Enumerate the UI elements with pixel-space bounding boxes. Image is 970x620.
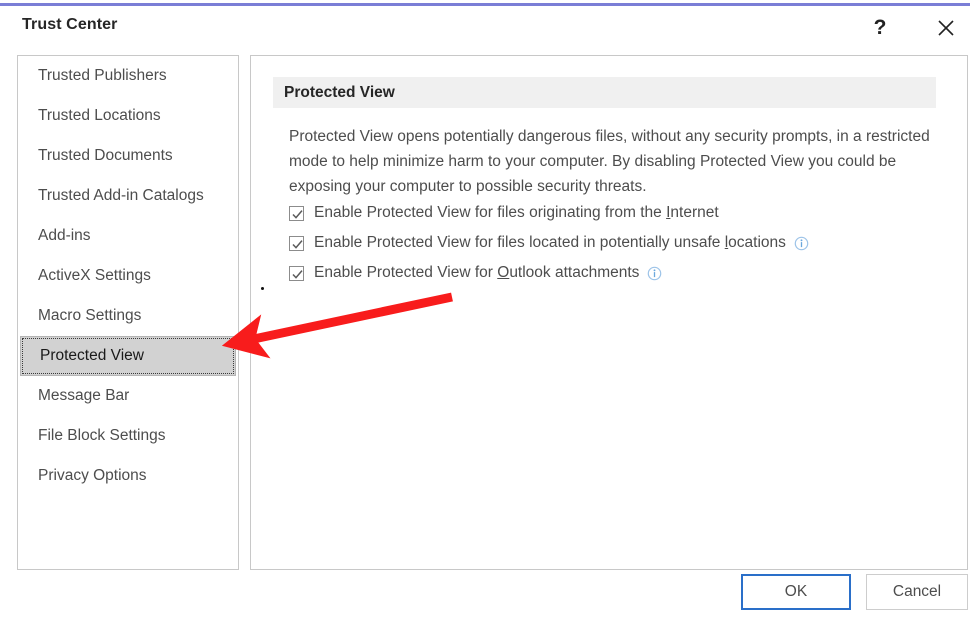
section-description: Protected View opens potentially dangero… xyxy=(289,128,930,195)
sidebar-item-file-block-settings[interactable]: File Block Settings xyxy=(18,416,238,456)
protected-view-panel: Protected View Protected View opens pote… xyxy=(250,55,968,570)
settings-category-list[interactable]: Trusted Publishers Trusted Locations Trust… xyxy=(17,55,239,570)
checkbox-2[interactable] xyxy=(289,235,304,251)
checkbox-label-prefix: Enable Protected View for files originat… xyxy=(314,204,667,221)
checkmark-icon xyxy=(292,239,303,249)
sidebar-item-macro-settings[interactable]: Macro Settings xyxy=(18,296,238,336)
sidebar-item-label: Trusted Publishers xyxy=(38,67,167,84)
checkbox-row[interactable]: Enable Protected View for files originat… xyxy=(289,198,949,228)
section-header: Protected View xyxy=(273,77,936,108)
info-circle-icon[interactable] xyxy=(647,266,662,281)
checkbox-label-suffix: nternet xyxy=(670,204,719,221)
sidebar-item-trusted-publishers[interactable]: Trusted Publishers xyxy=(18,56,238,96)
info-circle-icon[interactable] xyxy=(794,236,809,251)
checkmark-icon xyxy=(292,269,303,279)
sidebar-item-activex-settings[interactable]: ActiveX Settings xyxy=(18,256,238,296)
sidebar-item-label: Trusted Documents xyxy=(38,147,173,164)
ok-button[interactable]: OK xyxy=(741,574,851,610)
protected-view-options: Enable Protected View for files originat… xyxy=(289,198,949,288)
checkbox-1[interactable] xyxy=(289,205,304,221)
checkbox-row[interactable]: Enable Protected View for files located … xyxy=(289,228,949,258)
sidebar-item-label: File Block Settings xyxy=(38,427,166,444)
sidebar-item-label: Message Bar xyxy=(38,387,130,404)
checkbox-row[interactable]: Enable Protected View for Outlook attach… xyxy=(289,258,949,288)
sidebar-item-protected-view[interactable]: Protected View xyxy=(20,336,236,376)
sidebar-item-label: Trusted Locations xyxy=(38,107,161,124)
sidebar-item-label: Add-ins xyxy=(38,227,91,244)
sidebar-item-trusted-locations[interactable]: Trusted Locations xyxy=(18,96,238,136)
dialog-title: Trust Center xyxy=(22,16,118,33)
dialog-titlebar: Trust Center ? xyxy=(0,6,970,48)
checkbox-label: Enable Protected View for files originat… xyxy=(314,204,719,222)
checkbox-3[interactable] xyxy=(289,265,304,281)
sidebar-item-label: Trusted Add-in Catalogs xyxy=(38,187,204,204)
sidebar-item-trusted-documents[interactable]: Trusted Documents xyxy=(18,136,238,176)
sidebar-item-label: ActiveX Settings xyxy=(38,267,151,284)
checkbox-label-prefix: Enable Protected View for files located … xyxy=(314,234,725,251)
checkbox-label: Enable Protected View for Outlook attach… xyxy=(314,264,639,282)
help-icon[interactable]: ? xyxy=(862,12,898,44)
sidebar-item-label: Macro Settings xyxy=(38,307,142,324)
checkbox-label-suffix: ocations xyxy=(728,234,786,251)
close-icon[interactable] xyxy=(928,12,964,44)
checkbox-label: Enable Protected View for files located … xyxy=(314,234,786,252)
sidebar-item-message-bar[interactable]: Message Bar xyxy=(18,376,238,416)
checkbox-label-accelerator: O xyxy=(497,264,510,281)
checkmark-icon xyxy=(292,209,303,219)
stray-dot-artifact xyxy=(261,287,264,290)
cancel-button[interactable]: Cancel xyxy=(866,574,968,610)
sidebar-item-trusted-add-in-catalogs[interactable]: Trusted Add-in Catalogs xyxy=(18,176,238,216)
checkbox-label-prefix: Enable Protected View for xyxy=(314,264,498,281)
sidebar-item-label: Protected View xyxy=(40,347,144,364)
checkbox-label-suffix: utlook attachments xyxy=(509,264,640,281)
sidebar-item-privacy-options[interactable]: Privacy Options xyxy=(18,456,238,496)
sidebar-item-add-ins[interactable]: Add-ins xyxy=(18,216,238,256)
sidebar-item-label: Privacy Options xyxy=(38,467,147,484)
